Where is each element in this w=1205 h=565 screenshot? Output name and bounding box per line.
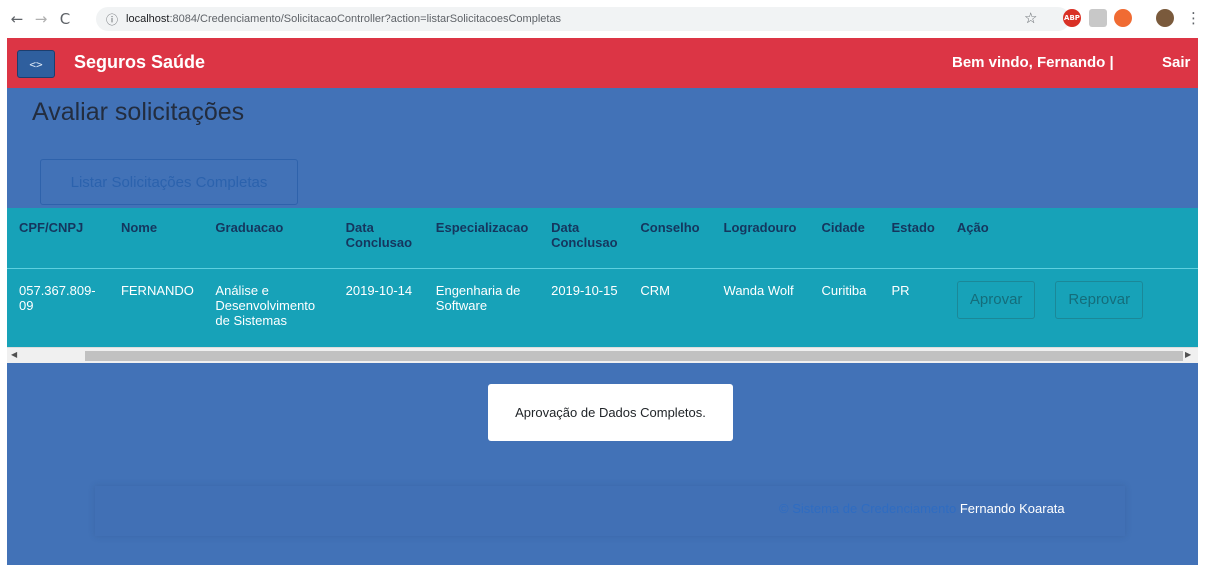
reject-button[interactable]: Reprovar <box>1055 280 1144 319</box>
scroll-left-icon[interactable]: ◀ <box>11 350 17 359</box>
col-header-especializacao: Especializacao <box>423 208 540 269</box>
extension-orange-icon[interactable] <box>1114 9 1132 27</box>
col-header-logradouro: Logradouro <box>711 208 810 269</box>
abp-icon[interactable]: ABP <box>1063 9 1081 27</box>
footer-author: Fernando Koarata <box>959 501 1065 516</box>
horizontal-scrollbar[interactable]: ◀ ▶ <box>7 347 1198 363</box>
reload-icon[interactable]: C <box>54 10 76 28</box>
extension-icon[interactable] <box>1089 9 1107 27</box>
cell-logradouro: Wanda Wolf <box>723 282 794 298</box>
sidebar-toggle-button[interactable]: <> <box>17 50 55 78</box>
top-navbar: <> Seguros Saúde Bem vindo, Fernando | S… <box>7 38 1198 88</box>
col-header-graduacao: Graduacao <box>203 208 334 269</box>
cell-cpf: 057.367.809-09 <box>19 282 96 313</box>
scroll-right-icon[interactable]: ▶ <box>1185 350 1191 359</box>
col-header-conselho: Conselho <box>628 208 712 269</box>
requests-table-container: CPF/CNPJ Nome Graduacao Data Conclusao E… <box>7 208 1198 363</box>
logout-link[interactable]: Sair <box>1162 54 1190 71</box>
scrollbar-thumb[interactable] <box>85 351 1183 361</box>
approve-button[interactable]: Aprovar <box>956 280 1036 319</box>
table-row: 057.367.809-09 FERNANDO Análise e Desenv… <box>7 268 1198 346</box>
table-header-row: CPF/CNPJ Nome Graduacao Data Conclusao E… <box>7 208 1198 269</box>
brand-title[interactable]: Seguros Saúde <box>74 52 205 73</box>
browser-menu-icon[interactable]: ⋮ <box>1186 9 1201 27</box>
col-header-data-conclusao: Data Conclusao <box>333 208 424 269</box>
col-header-nome: Nome <box>108 208 204 269</box>
page-title: Avaliar solicitações <box>32 98 245 126</box>
main-content: Avaliar solicitações Listar Solicitações… <box>7 88 1198 565</box>
cell-especializacao: Engenharia de Software <box>435 282 521 313</box>
cell-conselho: CRM <box>640 282 670 298</box>
col-header-cidade: Cidade <box>809 208 880 269</box>
toast-message: Aprovação de Dados Completos. <box>488 384 733 441</box>
col-header-data-conclusao-esp: Data Conclusao <box>539 208 629 269</box>
info-icon: ⓘ <box>106 12 119 27</box>
footer-text: © Sistema de Credenciamento Fernando Koa… <box>779 501 1065 516</box>
address-bar[interactable]: ⓘ localhost:8084/Credenciamento/Solicita… <box>96 7 1070 31</box>
cell-acao: Aprovar Reprovar <box>945 268 1198 346</box>
bookmark-star-icon[interactable]: ☆ <box>1024 9 1037 27</box>
footer-credit: © Sistema de Credenciamento <box>779 501 957 516</box>
url-host: localhost <box>126 13 170 25</box>
cell-nome: FERNANDO <box>120 282 194 298</box>
col-header-estado: Estado <box>879 208 945 269</box>
welcome-text: Bem vindo, Fernando | <box>952 54 1114 71</box>
list-complete-requests-button[interactable]: Listar Solicitações Completas <box>40 159 298 205</box>
browser-toolbar: ← → C ⓘ localhost:8084/Credenciamento/So… <box>0 0 1205 38</box>
back-arrow-icon[interactable]: ← <box>6 10 28 28</box>
col-header-acao: Ação <box>944 208 1198 269</box>
cell-data-conclusao-grad: 2019-10-14 <box>345 282 413 298</box>
profile-avatar-icon[interactable] <box>1156 9 1174 27</box>
cell-data-conclusao-esp: 2019-10-15 <box>551 282 618 298</box>
cell-cidade: Curitiba <box>821 282 867 298</box>
requests-table: CPF/CNPJ Nome Graduacao Data Conclusao E… <box>7 208 1198 346</box>
url-path: :8084/Credenciamento/SolicitacaoControll… <box>169 13 562 25</box>
forward-arrow-icon[interactable]: → <box>30 10 52 28</box>
cell-estado: PR <box>891 282 910 298</box>
cell-graduacao: Análise e Desenvolvimento de Sistemas <box>215 282 316 328</box>
col-header-cpf: CPF/CNPJ <box>7 208 109 269</box>
